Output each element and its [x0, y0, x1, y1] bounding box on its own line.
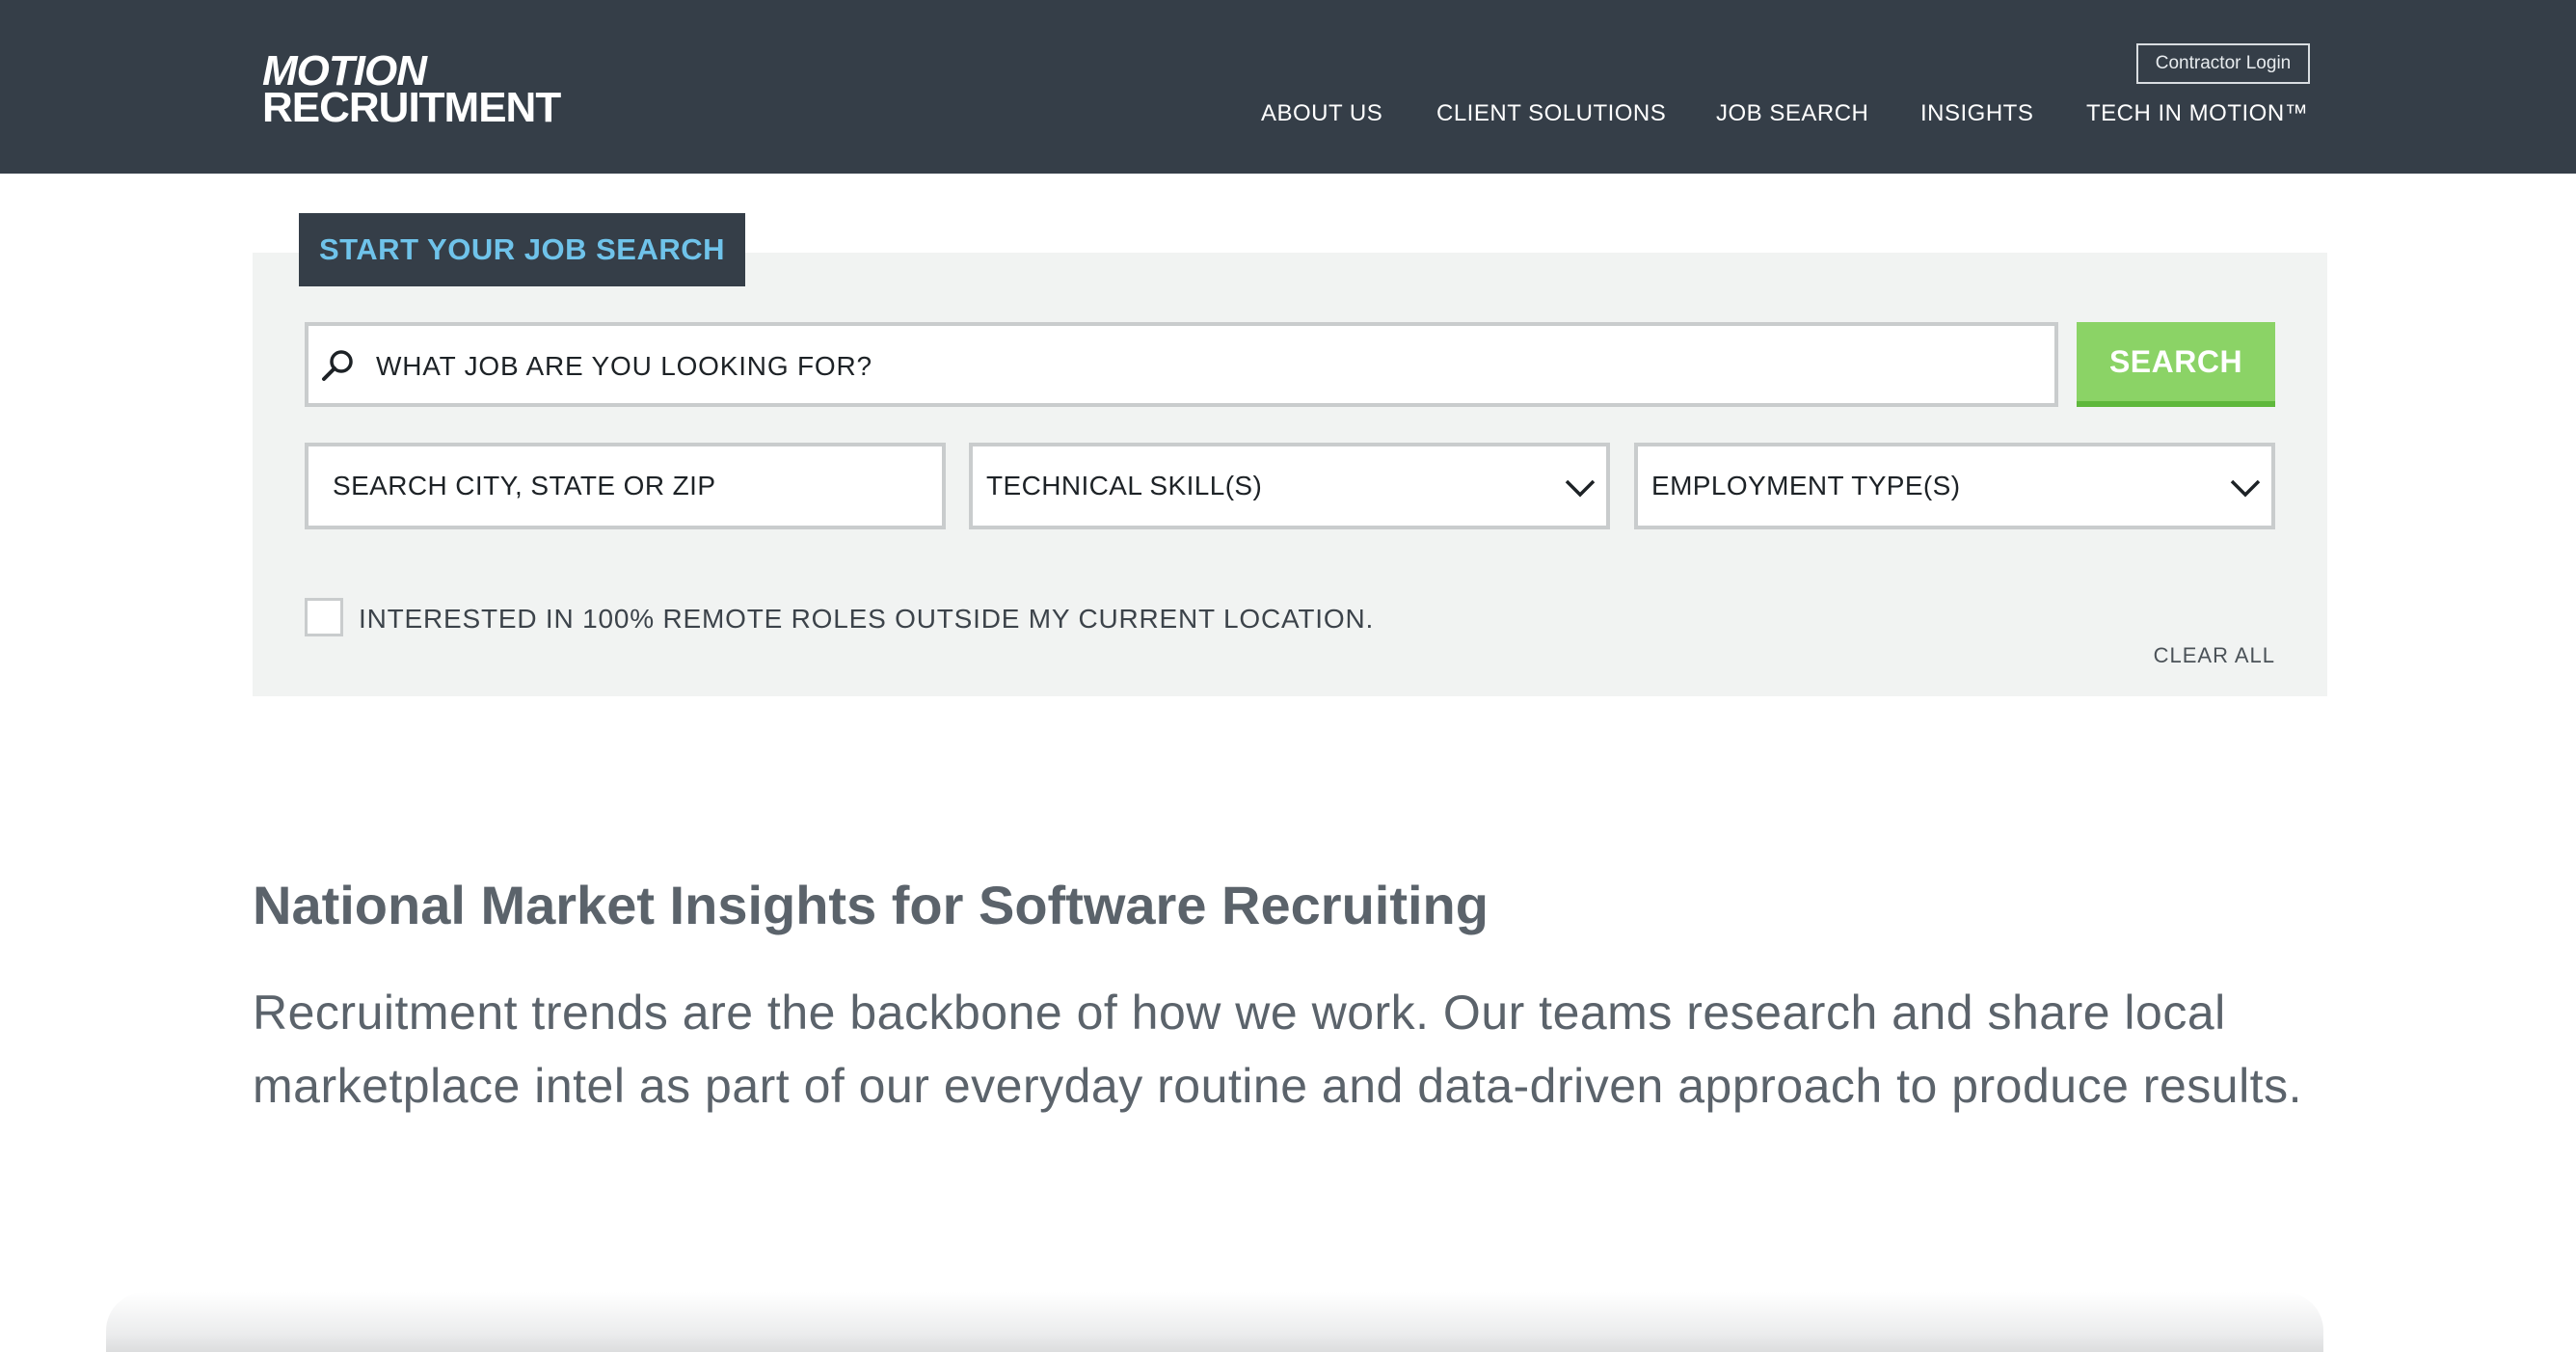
page-heading: National Market Insights for Software Re… [253, 875, 1489, 935]
remote-roles-label[interactable]: INTERESTED IN 100% REMOTE ROLES OUTSIDE … [359, 600, 1374, 638]
site-header: MOTION RECRUITMENT Contractor Login ABOU… [0, 0, 2576, 174]
nav-client-solutions[interactable]: CLIENT SOLUTIONS [1436, 100, 1666, 135]
site-logo[interactable]: MOTION RECRUITMENT [262, 47, 561, 131]
job-search-tab: START YOUR JOB SEARCH [299, 213, 745, 286]
location-placeholder: SEARCH CITY, STATE OR ZIP [333, 471, 716, 500]
page: MOTION RECRUITMENT Contractor Login ABOU… [0, 0, 2576, 1352]
contractor-login-button[interactable]: Contractor Login [2136, 43, 2310, 84]
logo-line-2: RECRUITMENT [262, 84, 561, 131]
remote-roles-checkbox[interactable] [305, 598, 343, 636]
search-button[interactable]: SEARCH [2077, 322, 2275, 407]
employment-type-label: EMPLOYMENT TYPE(S) [1651, 471, 1961, 500]
chevron-down-icon [2230, 479, 2261, 498]
content-card-shadow [106, 1292, 2323, 1352]
clear-all-link[interactable]: CLEAR ALL [2140, 641, 2275, 670]
job-search-placeholder: WHAT JOB ARE YOU LOOKING FOR? [376, 351, 872, 381]
technical-skills-label: TECHNICAL SKILL(S) [986, 471, 1263, 500]
nav-job-search[interactable]: JOB SEARCH [1716, 100, 1868, 135]
search-icon [322, 350, 353, 381]
logo-line-1: MOTION [262, 47, 427, 95]
nav-about-us[interactable]: ABOUT US [1261, 100, 1382, 135]
intro-paragraph: Recruitment trends are the backbone of h… [253, 986, 2302, 1113]
nav-insights[interactable]: INSIGHTS [1920, 100, 2033, 135]
nav-tech-in-motion[interactable]: TECH IN MOTION™ [2086, 100, 2308, 135]
chevron-down-icon [1565, 479, 1596, 498]
